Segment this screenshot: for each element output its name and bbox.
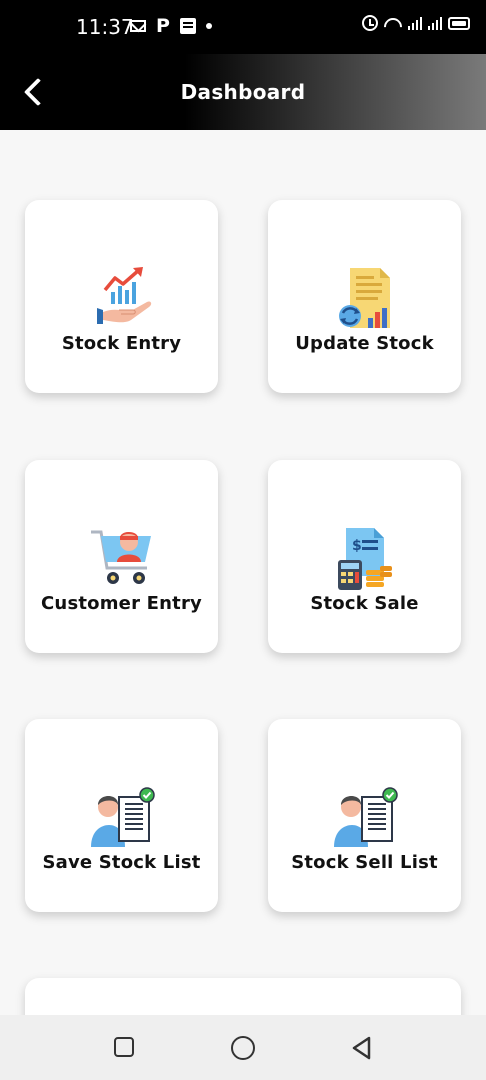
home-icon[interactable]	[231, 1036, 255, 1060]
status-icons-left: P	[130, 15, 212, 37]
tile-label: Stock Entry	[61, 333, 182, 354]
tile-label: Stock Sell List	[291, 852, 438, 873]
dot-icon	[205, 23, 212, 29]
dashboard-grid: Stock Entry Update Stock Customer Entry …	[0, 130, 486, 1015]
tile-customer-entry[interactable]: Customer Entry	[25, 460, 218, 653]
stock-entry-icon	[96, 267, 151, 324]
signal-icon	[428, 16, 442, 30]
svg-text:$: $	[352, 538, 362, 554]
tile-stock-sale[interactable]: $ Stock Sale	[268, 460, 461, 653]
recent-apps-icon[interactable]	[114, 1037, 134, 1057]
update-stock-icon	[338, 268, 390, 328]
wifi-icon	[384, 16, 402, 30]
alarm-icon	[362, 15, 378, 31]
system-nav-bar	[0, 1015, 486, 1080]
note-icon	[179, 18, 196, 34]
tile-save-stock-list[interactable]: Save Stock List	[25, 719, 218, 912]
signal-icon	[408, 16, 422, 30]
tile-stock-entry[interactable]: Stock Entry	[25, 200, 218, 393]
status-icons-right	[362, 15, 470, 31]
page-title: Dashboard	[180, 80, 306, 104]
tile-label: Customer Entry	[41, 593, 202, 614]
tile-partial[interactable]	[25, 978, 461, 1015]
parking-icon: P	[156, 15, 170, 37]
stock-sell-list-icon	[333, 787, 398, 847]
app-bar: Dashboard	[0, 54, 486, 130]
tile-label: Save Stock List	[42, 852, 201, 873]
status-time: 11:37	[76, 15, 134, 39]
back-icon[interactable]	[349, 1034, 375, 1062]
customer-entry-icon	[90, 530, 151, 584]
save-stock-list-icon	[90, 787, 155, 847]
tile-label: Update Stock	[295, 333, 434, 354]
tile-update-stock[interactable]: Update Stock	[268, 200, 461, 393]
status-bar: 11:37 P	[0, 0, 486, 54]
battery-icon	[448, 16, 470, 30]
tile-label: Stock Sale	[310, 593, 419, 614]
stock-sale-icon: $	[337, 528, 392, 590]
tile-stock-sell-list[interactable]: Stock Sell List	[268, 719, 461, 912]
mail-icon	[130, 20, 146, 32]
